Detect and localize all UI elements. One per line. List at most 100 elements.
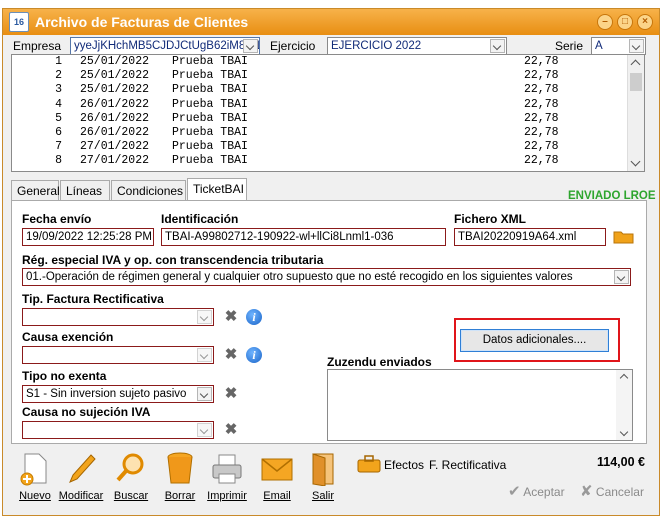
- regimen-select[interactable]: 01.-Operación de régimen general y cualq…: [22, 268, 631, 286]
- info-icon[interactable]: i: [246, 347, 262, 363]
- minimize-icon[interactable]: –: [597, 14, 613, 30]
- clear-icon[interactable]: ✖: [224, 347, 238, 362]
- fecha-envio-field[interactable]: 19/09/2022 12:25:28 PM: [22, 228, 154, 246]
- efectos-button[interactable]: Efectos: [384, 458, 424, 472]
- nuevo-button[interactable]: Nuevo: [12, 452, 58, 502]
- folder-icon[interactable]: [613, 229, 634, 244]
- causa-no-sujecion-select[interactable]: [22, 421, 214, 439]
- regimen-value: 01.-Operación de régimen general y cualq…: [26, 271, 573, 283]
- list-item[interactable]: 3 25/01/2022 Prueba TBAI 22,78: [12, 83, 644, 97]
- magnifier-icon: [115, 452, 147, 486]
- rectificativa-button[interactable]: F. Rectificativa: [429, 458, 506, 472]
- maximize-icon[interactable]: □: [617, 14, 633, 30]
- list-cell-num: 4: [55, 97, 62, 111]
- invoice-list[interactable]: 1 25/01/2022 Prueba TBAI 22,78 2 25/01/2022 Pr…: [11, 54, 645, 172]
- close-icon[interactable]: ×: [637, 14, 653, 30]
- scroll-thumb[interactable]: [630, 73, 642, 91]
- imprimir-button[interactable]: Imprimir: [204, 452, 250, 502]
- chevron-down-icon[interactable]: [197, 423, 212, 437]
- borrar-label: Borrar: [164, 490, 196, 502]
- chevron-down-icon[interactable]: [243, 39, 258, 53]
- salir-label: Salir: [311, 490, 334, 502]
- modificar-label: Modificar: [58, 490, 104, 502]
- list-cell-desc: Prueba TBAI: [172, 125, 248, 139]
- tab-ticketbai[interactable]: TicketBAI: [187, 178, 247, 201]
- fichero-xml-field[interactable]: TBAI20220919A64.xml: [454, 228, 606, 246]
- tip-factura-select[interactable]: [22, 308, 214, 326]
- list-cell-num: 6: [55, 125, 62, 139]
- list-item[interactable]: 7 27/01/2022 Prueba TBAI 22,78: [12, 140, 644, 154]
- serie-value: A: [595, 40, 603, 52]
- clear-icon[interactable]: ✖: [224, 309, 238, 324]
- salir-button[interactable]: Salir: [300, 452, 346, 502]
- trash-icon: [164, 452, 196, 486]
- causa-exencion-label: Causa exención: [22, 330, 114, 344]
- list-cell-amount: 22,78: [524, 97, 559, 111]
- clear-icon[interactable]: ✖: [224, 386, 238, 401]
- list-item[interactable]: 1 25/01/2022 Prueba TBAI 22,78: [12, 55, 644, 69]
- list-item[interactable]: 8 27/01/2022 Prueba TBAI 22,78: [12, 154, 644, 168]
- email-label: Email: [263, 490, 291, 502]
- chevron-down-icon[interactable]: [197, 387, 212, 401]
- tab-general-label: General: [17, 184, 60, 198]
- cancelar-button[interactable]: ✘ Cancelar: [580, 482, 644, 500]
- tipo-no-exenta-label: Tipo no exenta: [22, 369, 107, 383]
- imprimir-label: Imprimir: [207, 490, 247, 502]
- list-cell-amount: 22,78: [524, 125, 559, 139]
- buscar-button[interactable]: Buscar: [108, 452, 154, 502]
- list-cell-amount: 22,78: [524, 55, 559, 68]
- empresa-select[interactable]: yyeJjKHchMB5CJDJCtUgB62iM8m1: [70, 37, 260, 55]
- buscar-label: Buscar: [113, 490, 149, 502]
- briefcase-icon[interactable]: [357, 455, 381, 473]
- identificacion-field[interactable]: TBAI-A99802712-190922-wl+llCi8Lnml1-036: [161, 228, 446, 246]
- list-cell-date: 25/01/2022: [80, 83, 150, 97]
- borrar-button[interactable]: Borrar: [157, 452, 203, 502]
- chevron-down-icon[interactable]: [490, 39, 505, 53]
- tab-ticketbai-label: TicketBAI: [193, 182, 244, 196]
- total-amount: 114,00 €: [597, 455, 645, 469]
- list-item[interactable]: 5 26/01/2022 Prueba TBAI 22,78: [12, 112, 644, 126]
- chevron-down-icon[interactable]: [197, 348, 212, 362]
- list-scrollbar[interactable]: [627, 55, 644, 171]
- chevron-down-icon[interactable]: [197, 310, 212, 324]
- tip-factura-label: Tip. Factura Rectificativa: [22, 292, 164, 306]
- info-icon[interactable]: i: [246, 309, 262, 325]
- scroll-down-icon[interactable]: [619, 427, 629, 437]
- textarea-scrollbar[interactable]: [616, 370, 632, 440]
- fecha-envio-label: Fecha envío: [22, 212, 92, 226]
- list-item[interactable]: 6 26/01/2022 Prueba TBAI 22,78: [12, 126, 644, 140]
- list-cell-num: 7: [55, 140, 62, 154]
- tab-condiciones[interactable]: Condiciones: [111, 180, 186, 200]
- modificar-button[interactable]: Modificar: [58, 452, 104, 502]
- tipo-no-exenta-select[interactable]: S1 - Sin inversion sujeto pasivo: [22, 385, 214, 403]
- invoice-list-rows: 1 25/01/2022 Prueba TBAI 22,78 2 25/01/2022 Pr…: [12, 55, 644, 169]
- ejercicio-select[interactable]: EJERCICIO 2022: [327, 37, 507, 55]
- causa-exencion-select[interactable]: [22, 346, 214, 364]
- chevron-down-icon[interactable]: [629, 39, 644, 53]
- clear-icon[interactable]: ✖: [224, 422, 238, 437]
- list-cell-desc: Prueba TBAI: [172, 97, 248, 111]
- list-cell-date: 26/01/2022: [80, 111, 150, 125]
- list-cell-num: 5: [55, 111, 62, 125]
- email-button[interactable]: Email: [254, 452, 300, 502]
- scroll-down-icon[interactable]: [630, 156, 641, 167]
- scroll-up-icon[interactable]: [619, 373, 629, 383]
- zuzendu-label: Zuzendu enviados: [327, 355, 432, 369]
- zuzendu-textarea[interactable]: [327, 369, 633, 441]
- tab-lineas[interactable]: Líneas: [60, 180, 110, 200]
- chevron-down-icon[interactable]: [614, 270, 629, 284]
- list-cell-date: 25/01/2022: [80, 55, 150, 68]
- list-cell-amount: 22,78: [524, 140, 559, 154]
- list-cell-num: 3: [55, 83, 62, 97]
- serie-select[interactable]: A: [591, 37, 646, 55]
- exit-door-icon: [307, 452, 339, 487]
- aceptar-button[interactable]: ✔ Aceptar: [508, 482, 565, 500]
- tab-general[interactable]: General: [11, 180, 60, 200]
- cancel-x-icon: ✘: [580, 483, 593, 500]
- list-cell-date: 26/01/2022: [80, 125, 150, 139]
- scroll-up-icon[interactable]: [630, 59, 641, 70]
- title-bar[interactable]: 16 Archivo de Facturas de Clientes – □ ×: [3, 9, 659, 35]
- datos-adicionales-button[interactable]: Datos adicionales....: [460, 329, 609, 352]
- list-item[interactable]: 4 26/01/2022 Prueba TBAI 22,78: [12, 98, 644, 112]
- list-item[interactable]: 2 25/01/2022 Prueba TBAI 22,78: [12, 69, 644, 83]
